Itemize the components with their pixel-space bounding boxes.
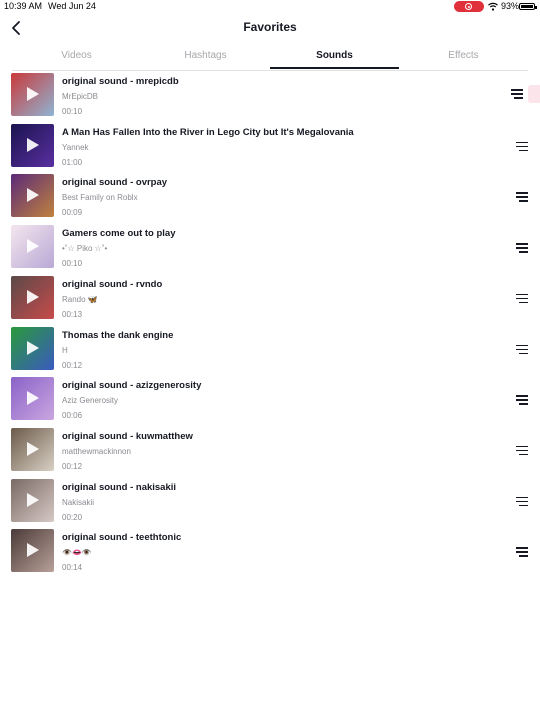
sound-author: matthewmackinnon bbox=[62, 446, 131, 456]
tab-hashtags[interactable]: Hashtags bbox=[141, 50, 270, 61]
sound-list-item[interactable]: original sound - rvndo Rando 🦋 00:13 bbox=[0, 275, 540, 326]
tab-sounds[interactable]: Sounds bbox=[270, 50, 399, 61]
sound-duration: 00:06 bbox=[62, 411, 83, 421]
tab-bar: Videos Hashtags Sounds Effects bbox=[12, 48, 528, 71]
playlist-menu-icon[interactable] bbox=[514, 192, 528, 202]
sound-list-item[interactable]: A Man Has Fallen Into the River in Lego … bbox=[0, 123, 540, 174]
sound-duration: 00:10 bbox=[62, 259, 83, 269]
sound-thumbnail[interactable] bbox=[11, 529, 54, 573]
battery-icon bbox=[519, 3, 537, 10]
status-bar: 10:39 AM Wed Jun 24 93% bbox=[0, 0, 540, 14]
sound-thumbnail[interactable] bbox=[11, 123, 54, 167]
sound-author: Nakisakii bbox=[62, 497, 95, 507]
sound-list-item[interactable]: original sound - teethtonic 👁️👄👁️ 00:14 bbox=[0, 529, 540, 579]
sound-duration: 00:12 bbox=[62, 461, 83, 471]
sound-list-item[interactable]: original sound - kuwmatthew matthewmackin… bbox=[0, 427, 540, 478]
sound-title[interactable]: original sound - rvndo bbox=[62, 279, 162, 290]
wifi-icon bbox=[488, 2, 498, 11]
sound-thumbnail[interactable] bbox=[11, 377, 54, 421]
sound-duration: 00:12 bbox=[62, 360, 83, 370]
play-icon[interactable] bbox=[26, 340, 40, 356]
sound-thumbnail[interactable] bbox=[11, 478, 54, 522]
play-icon[interactable] bbox=[26, 289, 40, 305]
playlist-menu-icon[interactable] bbox=[514, 243, 528, 253]
sound-author: 👁️👄👁️ bbox=[62, 548, 92, 558]
tab-videos[interactable]: Videos bbox=[12, 50, 141, 61]
screen-record-indicator[interactable] bbox=[454, 1, 484, 12]
status-time: 10:39 AM bbox=[4, 1, 43, 11]
sound-author: Best Family on Roblx bbox=[62, 193, 138, 203]
sound-list-item[interactable]: original sound - mrepicdb MrEpicDB 00:10 bbox=[0, 73, 540, 123]
sound-duration: 00:13 bbox=[62, 309, 83, 319]
active-tab-indicator bbox=[270, 67, 399, 69]
sound-list-item[interactable]: Gamers come out to play •˚☆ Piko ☆˚• 00:10 bbox=[0, 225, 540, 275]
sound-title[interactable]: original sound - kuwmatthew bbox=[62, 431, 193, 442]
play-icon[interactable] bbox=[26, 238, 40, 254]
sound-title[interactable]: original sound - azizgenerosity bbox=[62, 380, 201, 391]
battery-percentage: 93% bbox=[501, 1, 520, 11]
play-icon[interactable] bbox=[26, 86, 40, 102]
sound-thumbnail[interactable] bbox=[11, 174, 54, 218]
play-icon[interactable] bbox=[26, 137, 40, 153]
sound-duration: 01:00 bbox=[62, 157, 83, 167]
sound-duration: 00:20 bbox=[62, 512, 83, 522]
sound-list-item[interactable]: original sound - nakisakii Nakisakii 00:20 bbox=[0, 478, 540, 529]
play-icon[interactable] bbox=[26, 492, 40, 508]
playlist-menu-icon[interactable] bbox=[514, 395, 528, 405]
sound-title[interactable]: original sound - mrepicdb bbox=[62, 76, 179, 87]
edge-peek bbox=[528, 85, 540, 103]
playlist-menu-icon[interactable] bbox=[514, 293, 528, 304]
sound-title[interactable]: original sound - ovrpay bbox=[62, 177, 167, 188]
tab-effects[interactable]: Effects bbox=[399, 50, 528, 61]
playlist-menu-icon[interactable] bbox=[514, 496, 528, 507]
sound-author: MrEpicDB bbox=[62, 92, 99, 101]
sound-list-item[interactable]: original sound - ovrpay Best Family on Ro… bbox=[0, 174, 540, 224]
sound-author: Aziz Generosity bbox=[62, 396, 119, 406]
sound-thumbnail[interactable] bbox=[11, 326, 54, 370]
sound-duration: 00:09 bbox=[62, 208, 83, 218]
sound-author: Rando 🦋 bbox=[62, 294, 98, 304]
sound-thumbnail[interactable] bbox=[11, 225, 54, 269]
play-icon[interactable] bbox=[26, 441, 40, 457]
sound-thumbnail[interactable] bbox=[11, 427, 54, 471]
sound-title[interactable]: Thomas the dank engine bbox=[62, 330, 173, 341]
sound-duration: 00:10 bbox=[62, 107, 83, 116]
sound-thumbnail[interactable] bbox=[11, 73, 54, 116]
play-icon[interactable] bbox=[26, 187, 40, 203]
status-date: Wed Jun 24 bbox=[48, 1, 96, 11]
sound-duration: 00:14 bbox=[62, 563, 83, 573]
playlist-menu-icon[interactable] bbox=[514, 547, 528, 557]
sound-author: •˚☆ Piko ☆˚• bbox=[62, 244, 108, 254]
sound-list-item[interactable]: original sound - azizgenerosity Aziz Gene… bbox=[0, 377, 540, 427]
sound-list-item[interactable]: Thomas the dank engine H 00:12 bbox=[0, 326, 540, 377]
sound-thumbnail[interactable] bbox=[11, 275, 54, 319]
playlist-menu-icon[interactable] bbox=[509, 89, 523, 99]
sound-author: Yannek bbox=[62, 142, 89, 152]
playlist-menu-icon[interactable] bbox=[514, 344, 528, 355]
sound-author: H bbox=[62, 345, 68, 355]
play-icon[interactable] bbox=[26, 390, 40, 406]
record-icon bbox=[465, 3, 472, 10]
page-title: Favorites bbox=[243, 20, 297, 34]
playlist-menu-icon[interactable] bbox=[514, 141, 528, 152]
sound-title[interactable]: Gamers come out to play bbox=[62, 228, 176, 239]
play-icon[interactable] bbox=[26, 542, 40, 558]
sound-title[interactable]: A Man Has Fallen Into the River in Lego … bbox=[62, 127, 354, 138]
sound-title[interactable]: original sound - teethtonic bbox=[62, 532, 181, 543]
playlist-menu-icon[interactable] bbox=[514, 445, 528, 456]
sound-title[interactable]: original sound - nakisakii bbox=[62, 482, 176, 493]
